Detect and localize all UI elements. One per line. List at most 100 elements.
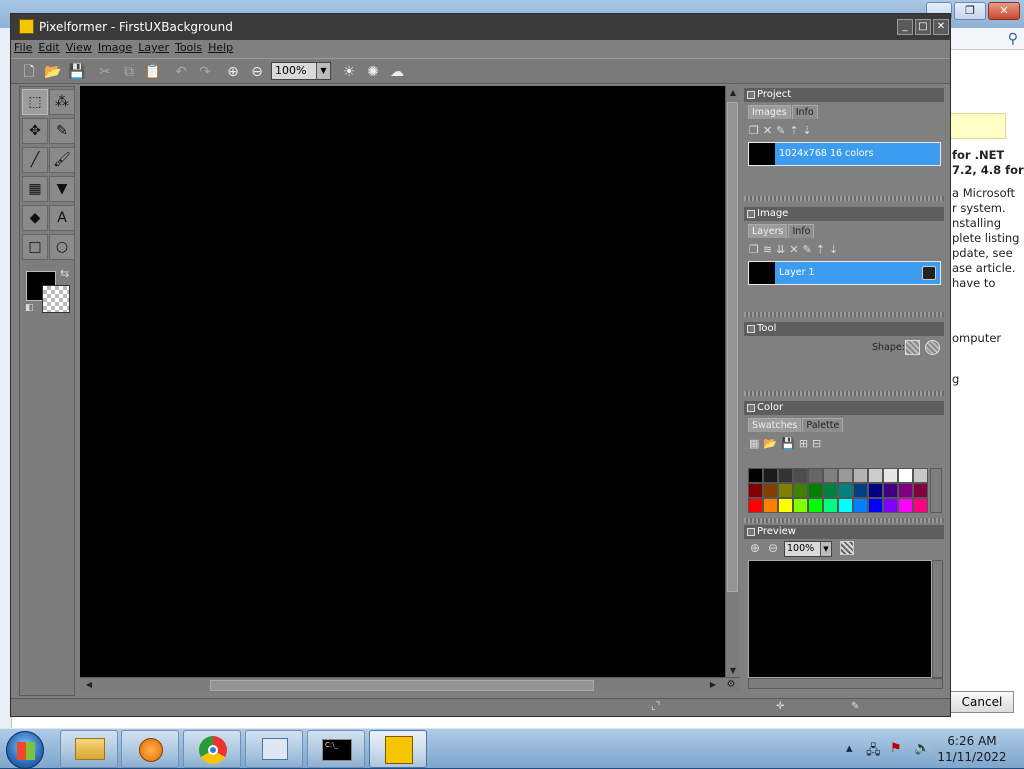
color-swatch[interactable] <box>763 498 778 513</box>
color-swatch[interactable] <box>778 483 793 498</box>
color-swatch[interactable] <box>823 483 838 498</box>
text-icon[interactable]: A <box>49 205 75 231</box>
color-swatch[interactable] <box>748 498 763 513</box>
pencil-icon[interactable]: ✎ <box>49 118 75 144</box>
remove-swatch-icon[interactable]: ⊟ <box>812 437 825 450</box>
color-swatch[interactable] <box>838 483 853 498</box>
reset-colors-icon[interactable]: ◧ <box>25 303 34 313</box>
swap-colors-icon[interactable]: ⇆ <box>60 267 69 280</box>
gradient-icon[interactable]: ▦ <box>22 176 48 202</box>
add-swatch-icon[interactable]: ⊞ <box>799 437 812 450</box>
preview-image[interactable] <box>748 560 932 678</box>
line-icon[interactable]: ╱ <box>22 147 48 173</box>
menu-file[interactable]: File <box>11 40 35 56</box>
taskbar-media-player[interactable] <box>121 730 179 768</box>
fit-icon[interactable] <box>840 541 854 555</box>
network-icon[interactable]: 🖧 <box>866 741 881 763</box>
cloud-icon[interactable]: ☁ <box>387 62 407 82</box>
menu-image[interactable]: Image <box>95 40 135 56</box>
color-swatch[interactable] <box>898 483 913 498</box>
color-swatch[interactable] <box>913 498 928 513</box>
tab-layers[interactable]: Layers <box>748 224 788 238</box>
zoom-in-icon[interactable]: ⊕ <box>223 62 243 82</box>
panel-splitter[interactable] <box>744 391 944 396</box>
brush-icon[interactable]: 🖌 <box>49 147 75 173</box>
color-swatch[interactable] <box>853 498 868 513</box>
horizontal-scrollbar[interactable]: ◀ ▶ ⚙ <box>80 677 740 693</box>
color-swatch[interactable] <box>778 498 793 513</box>
maximize-button[interactable]: □ <box>915 19 931 35</box>
new-layer-icon[interactable]: ❐ <box>749 243 763 256</box>
color-swatch[interactable] <box>868 483 883 498</box>
color-swatch[interactable] <box>808 483 823 498</box>
restore-button[interactable]: ❐ <box>954 2 986 20</box>
cancel-button[interactable]: Cancel <box>950 691 1014 713</box>
taskbar-chrome[interactable] <box>183 730 241 768</box>
tool-panel-header[interactable]: Tool <box>744 322 944 336</box>
layer-stack-icon[interactable]: ≋ <box>763 243 776 256</box>
menu-tools[interactable]: Tools <box>172 40 205 56</box>
vertical-scrollbar[interactable]: ▲ ▼ <box>725 86 739 677</box>
preview-horizontal-scrollbar[interactable] <box>748 678 943 689</box>
delete-icon[interactable]: ✕ <box>789 243 802 256</box>
preview-panel-header[interactable]: Preview <box>744 525 944 539</box>
move-down-icon[interactable]: ⇣ <box>829 243 842 256</box>
contrast-icon[interactable]: ✺ <box>363 62 383 82</box>
swatch-scrollbar[interactable] <box>930 468 942 513</box>
chevron-down-icon[interactable]: ▼ <box>316 63 330 79</box>
new-image-icon[interactable]: ❐ <box>749 124 763 137</box>
minimize-button[interactable]: _ <box>897 19 913 35</box>
image-canvas[interactable] <box>80 86 726 677</box>
color-swatch[interactable] <box>883 483 898 498</box>
zoom-out-icon[interactable]: ⊖ <box>768 541 778 555</box>
tab-swatches[interactable]: Swatches <box>748 418 802 432</box>
chevron-down-icon[interactable]: ▼ <box>820 542 831 556</box>
undo-icon[interactable]: ↶ <box>171 62 191 82</box>
grid-icon[interactable]: ▦ <box>749 437 763 450</box>
open-icon[interactable]: 📂 <box>43 62 63 82</box>
color-swatch[interactable] <box>838 468 853 483</box>
horizontal-scroll-thumb[interactable] <box>210 680 594 691</box>
ellipse-icon[interactable]: ○ <box>49 234 75 260</box>
color-swatch[interactable] <box>898 468 913 483</box>
color-swatch[interactable] <box>748 483 763 498</box>
taskbar-command-prompt[interactable]: C:\_ <box>307 730 365 768</box>
preview-zoom-select[interactable]: 100% ▼ <box>784 541 832 557</box>
redo-icon[interactable]: ↷ <box>195 62 215 82</box>
color-swatch[interactable] <box>763 483 778 498</box>
new-icon[interactable]: 🗋 <box>19 62 39 82</box>
color-swatch[interactable] <box>868 498 883 513</box>
zoom-out-icon[interactable]: ⊖ <box>247 62 267 82</box>
menu-layer[interactable]: Layer <box>135 40 172 56</box>
close-button[interactable]: ✕ <box>988 2 1020 20</box>
background-color[interactable] <box>42 285 70 313</box>
color-swatch[interactable] <box>853 468 868 483</box>
start-button[interactable] <box>6 731 44 769</box>
menu-help[interactable]: Help <box>205 40 236 56</box>
color-swatch[interactable] <box>838 498 853 513</box>
image-panel-header[interactable]: Image <box>744 207 944 221</box>
color-swatch[interactable] <box>853 483 868 498</box>
zoom-in-icon[interactable]: ⊕ <box>750 541 760 555</box>
open-icon[interactable]: 📂 <box>763 437 781 450</box>
color-swatch[interactable] <box>748 468 763 483</box>
tab-info[interactable]: Info <box>791 105 818 119</box>
save-icon[interactable]: 💾 <box>781 437 799 450</box>
color-swatch[interactable] <box>883 468 898 483</box>
color-swatch[interactable] <box>823 468 838 483</box>
color-swatch[interactable] <box>913 483 928 498</box>
properties-icon[interactable]: ✎ <box>776 124 789 137</box>
brightness-icon[interactable]: ☀ <box>339 62 359 82</box>
move-up-icon[interactable]: ⇡ <box>789 124 802 137</box>
title-bar[interactable]: Pixelformer - FirstUXBackground _ □ ✕ <box>11 14 950 40</box>
move-icon[interactable]: ✥ <box>22 118 48 144</box>
panel-splitter[interactable] <box>744 196 944 201</box>
scroll-up-icon[interactable]: ▲ <box>726 88 740 97</box>
color-swatch[interactable] <box>808 468 823 483</box>
color-swatch[interactable] <box>808 498 823 513</box>
tab-palette[interactable]: Palette <box>802 418 844 432</box>
save-icon[interactable]: 💾 <box>67 62 87 82</box>
properties-icon[interactable]: ✎ <box>803 243 816 256</box>
project-panel-header[interactable]: Project <box>744 88 944 102</box>
layer-list-item[interactable]: Layer 1 <box>748 261 941 285</box>
